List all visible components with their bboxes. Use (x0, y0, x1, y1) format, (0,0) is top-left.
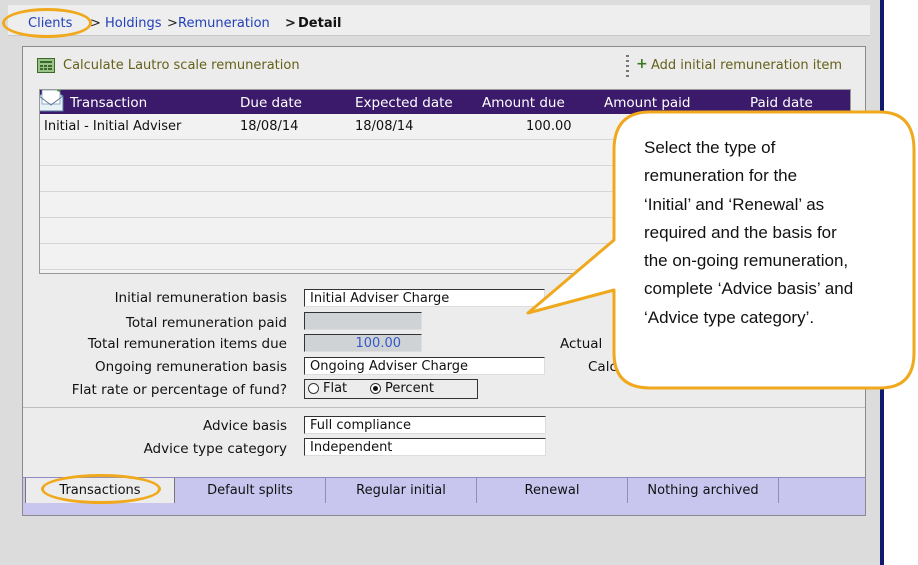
total-paid-label: Total remuneration paid (125, 315, 287, 331)
tab-renewal[interactable]: Renewal (477, 478, 628, 503)
radio-flat-label[interactable]: Flat (323, 380, 347, 397)
callout-line: complete ‘Advice basis’ and (644, 279, 854, 299)
tab-content-strip (23, 504, 865, 515)
tab-regular-initial[interactable]: Regular initial (326, 478, 477, 503)
column-transaction[interactable]: Transaction (70, 95, 147, 111)
highlight-transactions-ellipse (41, 474, 161, 504)
advice-basis-field[interactable]: Full compliance (304, 416, 546, 434)
flat-or-percent-label: Flat rate or percentage of fund? (71, 382, 287, 398)
breadcrumb-holdings[interactable]: Holdings (105, 16, 161, 31)
advice-type-label: Advice type category (143, 441, 287, 457)
radio-flat[interactable] (308, 383, 319, 394)
ongoing-basis-label: Ongoing remuneration basis (95, 359, 287, 375)
cell-expected-date: 18/08/14 (355, 119, 414, 134)
callout-text: Select the type of remuneration for the … (644, 134, 904, 332)
total-paid-field (304, 312, 422, 330)
breadcrumb-remuneration[interactable]: Remuneration (178, 16, 270, 31)
flat-percent-radio-group: Flat Percent (304, 379, 478, 399)
breadcrumb-separator: > (167, 16, 178, 31)
ongoing-basis-field[interactable]: Ongoing Adviser Charge (304, 357, 545, 375)
advice-basis-label: Advice basis (203, 418, 287, 434)
plus-icon[interactable]: + (636, 56, 648, 72)
breadcrumb-current-detail: Detail (298, 16, 342, 31)
section-divider (23, 407, 865, 408)
highlight-clients-ellipse (2, 8, 92, 38)
calculate-lautro-link[interactable]: Calculate Lautro scale remuneration (63, 58, 300, 73)
breadcrumb: Clients > Holdings > Remuneration > Deta… (8, 5, 870, 36)
breadcrumb-separator: > (285, 16, 296, 31)
add-initial-remuneration-link[interactable]: Add initial remuneration item (651, 58, 842, 73)
callout-line: remuneration for the (644, 166, 798, 186)
radio-selected-dot (373, 386, 378, 391)
callout-line: ‘Initial’ and ‘Renewal’ as (644, 194, 825, 214)
callout-line: ‘Advice type category’. (644, 307, 815, 327)
callout-line: Select the type of (644, 138, 776, 157)
tab-default-splits[interactable]: Default splits (175, 478, 326, 503)
callout-line: the on-going remuneration, (644, 251, 849, 271)
callout-line: required and the basis for (644, 222, 837, 242)
initial-basis-field[interactable]: Initial Adviser Charge (304, 289, 545, 307)
cell-transaction: Initial - Initial Adviser (44, 119, 182, 134)
envelope-icon (40, 90, 64, 112)
cell-due-date: 18/08/14 (240, 119, 299, 134)
radio-percent[interactable] (370, 383, 381, 394)
tab-nothing-archived[interactable]: Nothing archived (628, 478, 779, 503)
calculator-icon[interactable] (37, 58, 55, 73)
initial-basis-label: Initial remuneration basis (114, 290, 287, 306)
radio-percent-label[interactable]: Percent (385, 380, 434, 397)
total-items-due-label: Total remuneration items due (87, 336, 287, 352)
column-expected-date[interactable]: Expected date (355, 95, 453, 111)
advice-type-field[interactable]: Independent (304, 438, 546, 456)
toolbar-separator (626, 55, 629, 77)
total-items-due-field: 100.00 (304, 334, 422, 352)
column-due-date[interactable]: Due date (240, 95, 302, 111)
